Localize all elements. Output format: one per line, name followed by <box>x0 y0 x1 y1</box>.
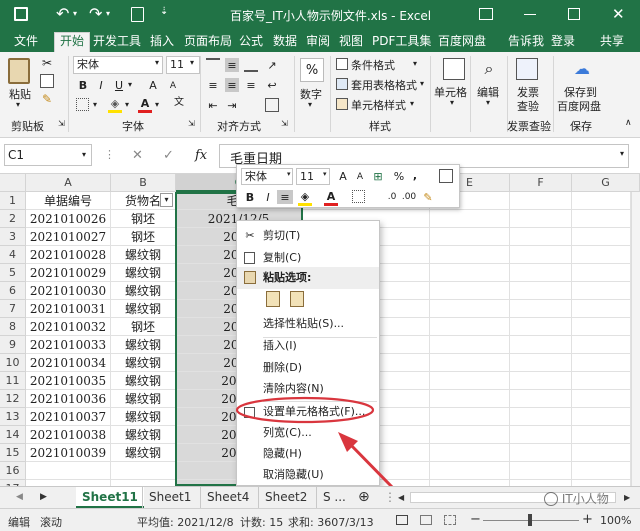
page-break-view-icon[interactable] <box>444 515 456 525</box>
page-layout-view-icon[interactable] <box>420 515 432 525</box>
add-sheet-icon[interactable]: ⊕ <box>352 487 376 508</box>
watermark: IT小人物 <box>544 490 638 510</box>
annotation-overlay <box>235 396 397 492</box>
status-average: 平均值: 2021/12/8 <box>137 516 234 529</box>
sheet-tab-sheet2[interactable]: Sheet2 <box>258 487 313 508</box>
sheet-tab-more[interactable]: S ... <box>316 487 352 508</box>
status-mode: 编辑 <box>8 516 30 529</box>
sheet-nav-next-icon[interactable]: ▶ <box>34 487 53 508</box>
status-scroll: 滚动 <box>40 516 62 529</box>
normal-view-icon[interactable] <box>396 515 408 525</box>
zoom-level[interactable]: 100% <box>600 514 631 527</box>
zoom-out-icon[interactable]: − <box>470 512 481 527</box>
hscroll-left-icon[interactable]: ◀ <box>392 487 410 508</box>
status-count: 计数: 15 <box>240 516 284 529</box>
sheet-tab-sheet11[interactable]: Sheet11 <box>76 487 144 508</box>
sheet-nav-prev-icon[interactable]: ◀ <box>10 487 29 508</box>
status-sum: 求和: 3607/3/13 <box>288 516 374 529</box>
annotation-arrow-shaft <box>345 439 397 492</box>
watermark-logo-icon <box>544 492 558 506</box>
zoom-in-icon[interactable]: + <box>582 512 593 527</box>
status-bar: 编辑 滚动 平均值: 2021/12/8 计数: 15 求和: 3607/3/1… <box>0 508 640 531</box>
watermark-text: IT小人物 <box>561 492 609 506</box>
sheet-tab-sheet4[interactable]: Sheet4 <box>200 487 255 508</box>
sheet-tab-sheet1[interactable]: Sheet1 <box>142 487 197 508</box>
zoom-slider-thumb[interactable] <box>528 514 532 526</box>
highlight-ellipse <box>235 396 375 424</box>
